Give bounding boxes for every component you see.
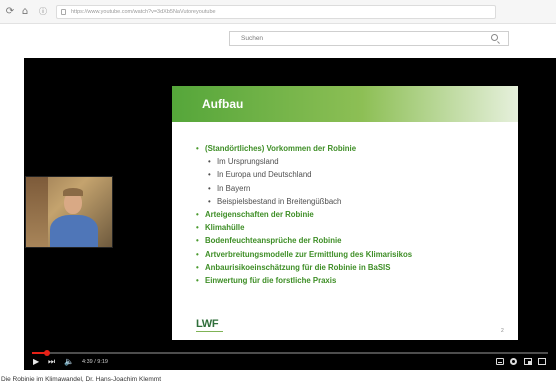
bullet-icon: •	[196, 276, 199, 286]
search-placeholder: Suchen	[241, 35, 264, 42]
address-bar-url: https://www.youtube.com/watch?v=3dXb5NaV…	[71, 9, 216, 15]
page-info-icon[interactable]: ⓘ	[37, 6, 49, 18]
slide-bullet: • (Standörtliches) Vorkommen der Robinie	[196, 142, 516, 155]
slide-bullet-text: Bodenfeuchteansprüche der Robinie	[205, 236, 342, 246]
bullet-icon: •	[196, 223, 199, 233]
home-icon[interactable]: ⌂	[19, 6, 31, 18]
browser-toolbar: ⟳ ⌂ ⓘ https://www.youtube.com/watch?v=3d…	[0, 0, 556, 24]
speaker-hair	[63, 188, 83, 196]
webcam-background-shelf	[26, 177, 48, 247]
speaker-body	[50, 215, 98, 247]
slide-bullet: • Klimahülle	[196, 221, 516, 234]
bullet-icon: •	[196, 210, 199, 220]
lock-icon	[61, 9, 66, 15]
player-controls: ▶ ⏭ 🔈 4:39 / 9:19	[24, 350, 556, 370]
slide-bullet-text: Klimahülle	[205, 223, 245, 233]
slide-sub-bullet: • In Bayern	[196, 182, 516, 195]
slide-bullet-text: (Standörtliches) Vorkommen der Robinie	[205, 144, 357, 153]
slide-bullet-text: Anbaurisikoeinschätzung für die Robinie …	[205, 262, 391, 272]
slide-bullet-text: Beispielsbestand in Breitengüßbach	[217, 196, 342, 206]
video-title: Die Robinie im Klimawandel, Dr. Hans-Joa…	[1, 376, 162, 383]
fullscreen-icon[interactable]	[538, 358, 546, 365]
slide-bullet-text: Im Ursprungsland	[217, 157, 279, 167]
slide-bullet-text: Einwertung für die forstliche Praxis	[205, 276, 337, 286]
miniplayer-icon[interactable]	[524, 358, 532, 365]
slide-bullet-text: In Bayern	[217, 183, 251, 193]
time-display: 4:39 / 9:19	[82, 359, 108, 365]
search-input[interactable]: Suchen	[229, 31, 509, 46]
settings-icon[interactable]	[510, 358, 517, 365]
bullet-icon: •	[208, 183, 211, 193]
address-bar[interactable]: https://www.youtube.com/watch?v=3dXb5NaV…	[56, 5, 496, 19]
progress-bar[interactable]	[32, 350, 548, 356]
slide-sub-bullet: • Im Ursprungsland	[196, 155, 516, 168]
slide-bullet: • Anbaurisikoeinschätzung für die Robinie…	[196, 261, 516, 274]
presentation-slide: Aufbau • (Standörtliches) Vorkommen der R…	[172, 86, 518, 340]
slide-bullet-list: • (Standörtliches) Vorkommen der Robinie •…	[196, 142, 516, 287]
subtitles-icon[interactable]	[496, 358, 504, 365]
speaker-webcam	[25, 176, 113, 248]
bullet-icon: •	[196, 262, 199, 272]
bullet-icon: •	[196, 144, 199, 153]
lwf-logo: LWF	[196, 318, 224, 332]
reload-icon[interactable]: ⟳	[4, 6, 16, 18]
slide-bullet-text: Arteigenschaften der Robinie	[205, 210, 314, 220]
bullet-icon: •	[208, 196, 211, 206]
progress-scrubber[interactable]	[44, 350, 51, 356]
slide-page-number: 2	[501, 328, 504, 334]
slide-header: Aufbau	[172, 86, 518, 122]
site-header: Suchen	[0, 25, 556, 51]
slide-bullet-text: In Europa und Deutschland	[217, 170, 312, 180]
slide-bullet-text: Artverbreitungsmodelle zur Ermittlung de…	[205, 249, 413, 259]
bullet-icon: •	[208, 157, 211, 167]
bullet-icon: •	[208, 170, 211, 180]
slide-bullet: • Einwertung für die forstliche Praxis	[196, 274, 516, 287]
next-icon[interactable]: ⏭	[48, 357, 55, 367]
slide-title: Aufbau	[202, 97, 244, 111]
slide-bullet: • Artverbreitungsmodelle zur Ermittlung d…	[196, 248, 516, 261]
slide-sub-bullet: • Beispielsbestand in Breitengüßbach	[196, 195, 516, 208]
bullet-icon: •	[196, 236, 199, 246]
play-icon[interactable]: ▶	[33, 357, 39, 367]
volume-icon[interactable]: 🔈	[64, 357, 74, 367]
video-player[interactable]: Aufbau • (Standörtliches) Vorkommen der R…	[24, 58, 556, 370]
bullet-icon: •	[196, 249, 199, 259]
slide-sub-bullet: • In Europa und Deutschland	[196, 168, 516, 181]
slide-bullet: • Arteigenschaften der Robinie	[196, 208, 516, 221]
slide-bullet: • Bodenfeuchteansprüche der Robinie	[196, 234, 516, 247]
search-icon[interactable]	[491, 34, 498, 41]
